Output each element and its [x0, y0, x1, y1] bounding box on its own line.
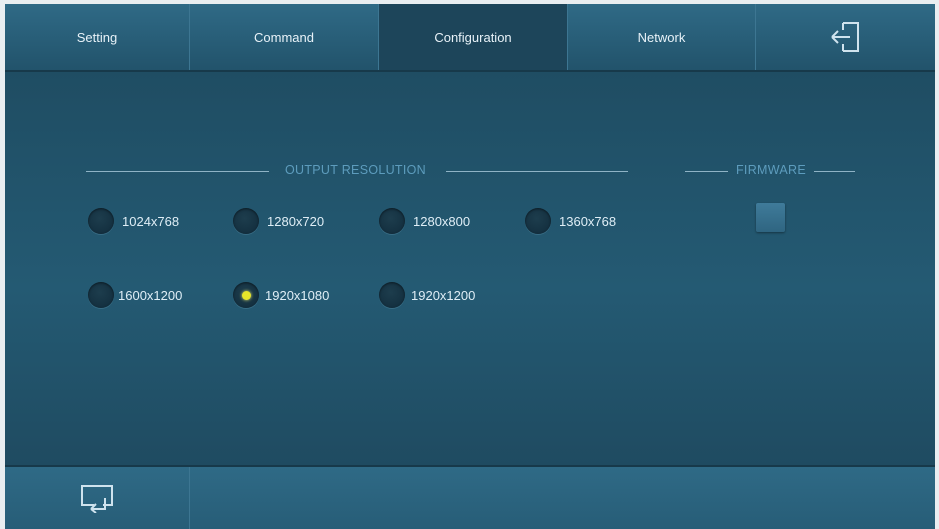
resolution-option-1920x1080[interactable]: 1920x1080: [233, 282, 329, 308]
resolution-option-1600x1200[interactable]: 1600x1200: [88, 282, 182, 308]
selected-dot: [241, 290, 251, 300]
section-divider: [685, 171, 728, 172]
radio-button[interactable]: [379, 208, 405, 234]
resolution-label: 1280x720: [267, 213, 325, 229]
radio-button[interactable]: [379, 282, 405, 308]
app-window: Setting Command Configuration Network OU…: [5, 4, 935, 529]
resolution-option-1280x720[interactable]: 1280x720: [233, 208, 324, 234]
exit-button[interactable]: [756, 4, 935, 70]
resolution-option-1360x768[interactable]: 1360x768: [525, 208, 616, 234]
exit-door-icon: [830, 22, 859, 52]
radio-button[interactable]: [88, 282, 114, 308]
resolution-label: 1920x1200: [411, 287, 476, 303]
configuration-panel: OUTPUT RESOLUTION FIRMWARE 1024x768 1280…: [5, 72, 935, 465]
tab-network[interactable]: Network: [568, 4, 756, 70]
firmware-title: FIRMWARE: [736, 163, 806, 177]
tab-command[interactable]: Command: [190, 4, 379, 70]
tab-label: Network: [637, 29, 686, 45]
radio-button[interactable]: [233, 208, 259, 234]
resolution-option-1280x800[interactable]: 1280x800: [379, 208, 470, 234]
firmware-button[interactable]: [756, 203, 785, 232]
section-divider: [86, 171, 269, 172]
radio-button[interactable]: [88, 208, 114, 234]
resolution-label: 1920x1080: [265, 287, 330, 303]
resolution-label: 1360x768: [559, 213, 617, 229]
tab-label: Command: [254, 29, 314, 45]
radio-button[interactable]: [525, 208, 551, 234]
resolution-option-1024x768[interactable]: 1024x768: [88, 208, 179, 234]
resolution-label: 1024x768: [122, 213, 180, 229]
tab-label: Setting: [76, 29, 118, 45]
tab-setting[interactable]: Setting: [5, 4, 190, 70]
output-resolution-title: OUTPUT RESOLUTION: [285, 163, 426, 177]
resolution-option-1920x1200[interactable]: 1920x1200: [379, 282, 475, 308]
bottom-bar: [5, 465, 935, 529]
resolution-label: 1600x1200: [118, 287, 183, 303]
return-button[interactable]: [5, 467, 190, 529]
resolution-label: 1280x800: [413, 213, 471, 229]
return-icon: [81, 485, 113, 513]
tab-label: Configuration: [434, 29, 512, 45]
tab-bar: Setting Command Configuration Network: [5, 4, 935, 72]
section-divider: [446, 171, 628, 172]
tab-configuration[interactable]: Configuration: [379, 4, 568, 70]
section-divider: [814, 171, 855, 172]
radio-button-selected[interactable]: [233, 282, 259, 308]
